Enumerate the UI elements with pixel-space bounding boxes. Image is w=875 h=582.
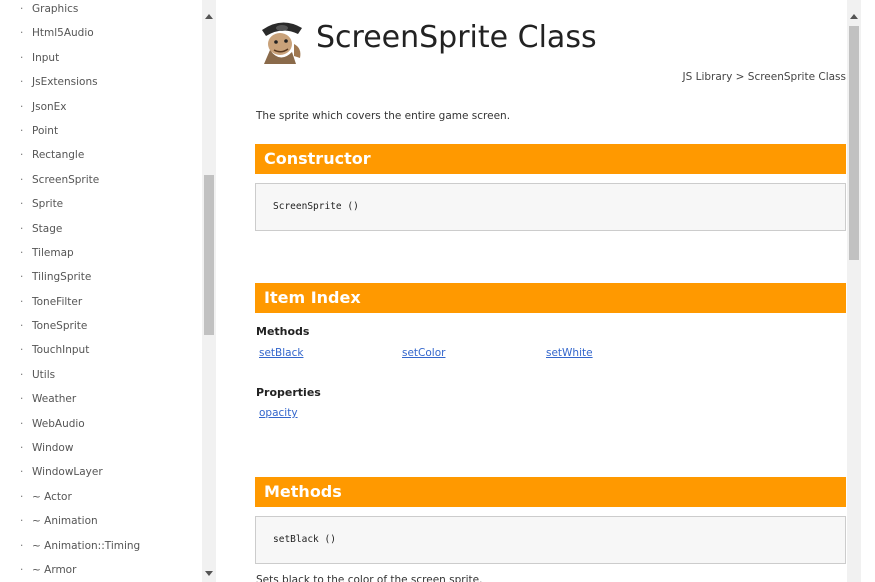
sidebar-item-label: Graphics (32, 3, 79, 15)
bullet-icon: · (20, 442, 24, 455)
sidebar-item[interactable]: · Html5Audio (0, 21, 202, 45)
sidebar-item-label: WebAudio (32, 417, 85, 430)
sidebar-item-label: TouchInput (32, 344, 90, 357)
sidebar-item-label: Window (32, 442, 74, 455)
bullet-icon: · (20, 515, 24, 528)
constructor-heading: Constructor (255, 144, 846, 174)
sidebar-item-label: ~ Armor (32, 563, 77, 576)
sidebar-item-label: Utils (32, 368, 56, 381)
sidebar-item[interactable]: · Window (0, 436, 202, 460)
methods-heading: Methods (255, 477, 846, 507)
sidebar-item[interactable]: · ToneFilter (0, 290, 202, 314)
bullet-icon: · (20, 271, 24, 284)
sidebar-item-label: Rectangle (32, 149, 85, 162)
sidebar-item-label: ~ Animation (32, 515, 98, 528)
item-index-heading: Item Index (255, 283, 846, 313)
sidebar-item[interactable]: · Stage (0, 217, 202, 241)
bullet-icon: · (20, 417, 24, 430)
bullet-icon: · (20, 3, 24, 15)
bullet-icon: · (20, 295, 24, 308)
bullet-icon: · (20, 173, 24, 186)
bullet-icon: · (20, 51, 24, 64)
sidebar-item-label: Input (32, 51, 60, 64)
sidebar-item-label: Point (32, 124, 59, 137)
bullet-icon: · (20, 198, 24, 211)
sidebar-item[interactable]: · ~ Armor (0, 558, 202, 582)
method-code-box: setBlack () (255, 516, 846, 564)
breadcrumb: JS Library > ScreenSprite Class (682, 71, 847, 83)
sidebar-item[interactable]: · Point (0, 119, 202, 143)
bullet-icon: · (20, 246, 24, 259)
sidebar-item-label: JsonEx (32, 100, 67, 113)
sidebar-item-label: Tilemap (32, 246, 74, 259)
sidebar-scroll-thumb[interactable] (204, 175, 214, 335)
page-title: ScreenSprite Class (316, 20, 597, 55)
method-link-setcolor[interactable]: setColor (402, 347, 445, 359)
methods-label: Methods (256, 325, 310, 338)
method-link-setwhite[interactable]: setWhite (546, 347, 593, 359)
scroll-down-arrow-icon[interactable] (205, 571, 213, 576)
main-scroll-thumb[interactable] (849, 26, 859, 260)
sidebar-item[interactable]: · Sprite (0, 192, 202, 216)
sidebar-item[interactable]: · ~ Animation::Timing (0, 534, 202, 558)
sidebar-item[interactable]: · Input (0, 46, 202, 70)
sidebar-item-label: TilingSprite (32, 271, 92, 284)
sidebar-item[interactable]: · ToneSprite (0, 314, 202, 338)
method-link-setblack[interactable]: setBlack (259, 347, 303, 359)
properties-label: Properties (256, 386, 321, 399)
bullet-icon: · (20, 27, 24, 40)
sidebar-nav: · Graphics · Html5Audio · Input · JsExtensions ·… (0, 0, 202, 582)
sidebar-item[interactable]: · ScreenSprite (0, 168, 202, 192)
sidebar-item-label: Weather (32, 393, 77, 406)
bullet-icon: · (20, 368, 24, 381)
main-scrollbar[interactable] (847, 0, 861, 582)
bullet-icon: · (20, 490, 24, 503)
sidebar-item-label: ToneSprite (32, 320, 88, 333)
property-link-opacity[interactable]: opacity (259, 407, 298, 419)
sidebar-item[interactable]: · Graphics (0, 0, 202, 21)
sidebar-item[interactable]: · Rectangle (0, 143, 202, 167)
bullet-icon: · (20, 320, 24, 333)
sidebar-item-label: WindowLayer (32, 466, 103, 479)
bullet-icon: · (20, 76, 24, 89)
bullet-icon: · (20, 563, 24, 576)
bullet-icon: · (20, 149, 24, 162)
sidebar-item-label: ~ Animation::Timing (32, 539, 141, 552)
bullet-icon: · (20, 222, 24, 235)
constructor-code-box: ScreenSprite () (255, 183, 846, 231)
scroll-up-arrow-icon[interactable] (205, 14, 213, 19)
sidebar-item[interactable]: · Utils (0, 363, 202, 387)
method-description: Sets black to the color of the screen sp… (256, 574, 483, 582)
sidebar-item-label: ScreenSprite (32, 173, 100, 186)
sidebar-item[interactable]: · Weather (0, 387, 202, 411)
sidebar-item[interactable]: · Tilemap (0, 241, 202, 265)
class-list: · Graphics · Html5Audio · Input · JsExtensions ·… (0, 0, 202, 582)
sidebar-item[interactable]: · TouchInput (0, 338, 202, 362)
sidebar-item-label: Stage (32, 222, 63, 235)
sidebar-item[interactable]: · TilingSprite (0, 265, 202, 289)
bullet-icon: · (20, 393, 24, 406)
sidebar-item[interactable]: · JsonEx (0, 95, 202, 119)
sidebar-item[interactable]: · ~ Actor (0, 485, 202, 509)
sidebar-item-label: ~ Actor (32, 490, 72, 503)
bullet-icon: · (20, 124, 24, 137)
sidebar-item-label: JsExtensions (32, 76, 98, 89)
sidebar-item-label: ToneFilter (32, 295, 83, 308)
main-content: ScreenSprite Class JS Library > ScreenSp… (216, 0, 861, 582)
sidebar-item-label: Html5Audio (32, 27, 94, 40)
bullet-icon: · (20, 466, 24, 479)
sidebar-item[interactable]: · JsExtensions (0, 70, 202, 94)
class-description: The sprite which covers the entire game … (256, 110, 511, 122)
main-scroll-up-arrow-icon[interactable] (850, 14, 858, 19)
sidebar-item[interactable]: · ~ Animation (0, 509, 202, 533)
bullet-icon: · (20, 539, 24, 552)
sidebar-item[interactable]: · WebAudio (0, 412, 202, 436)
bullet-icon: · (20, 344, 24, 357)
bullet-icon: · (20, 100, 24, 113)
sidebar-item-label: Sprite (32, 198, 64, 211)
pirate-logo-icon (256, 14, 308, 66)
sidebar-item[interactable]: · WindowLayer (0, 460, 202, 484)
sidebar-scrollbar[interactable] (202, 0, 216, 582)
